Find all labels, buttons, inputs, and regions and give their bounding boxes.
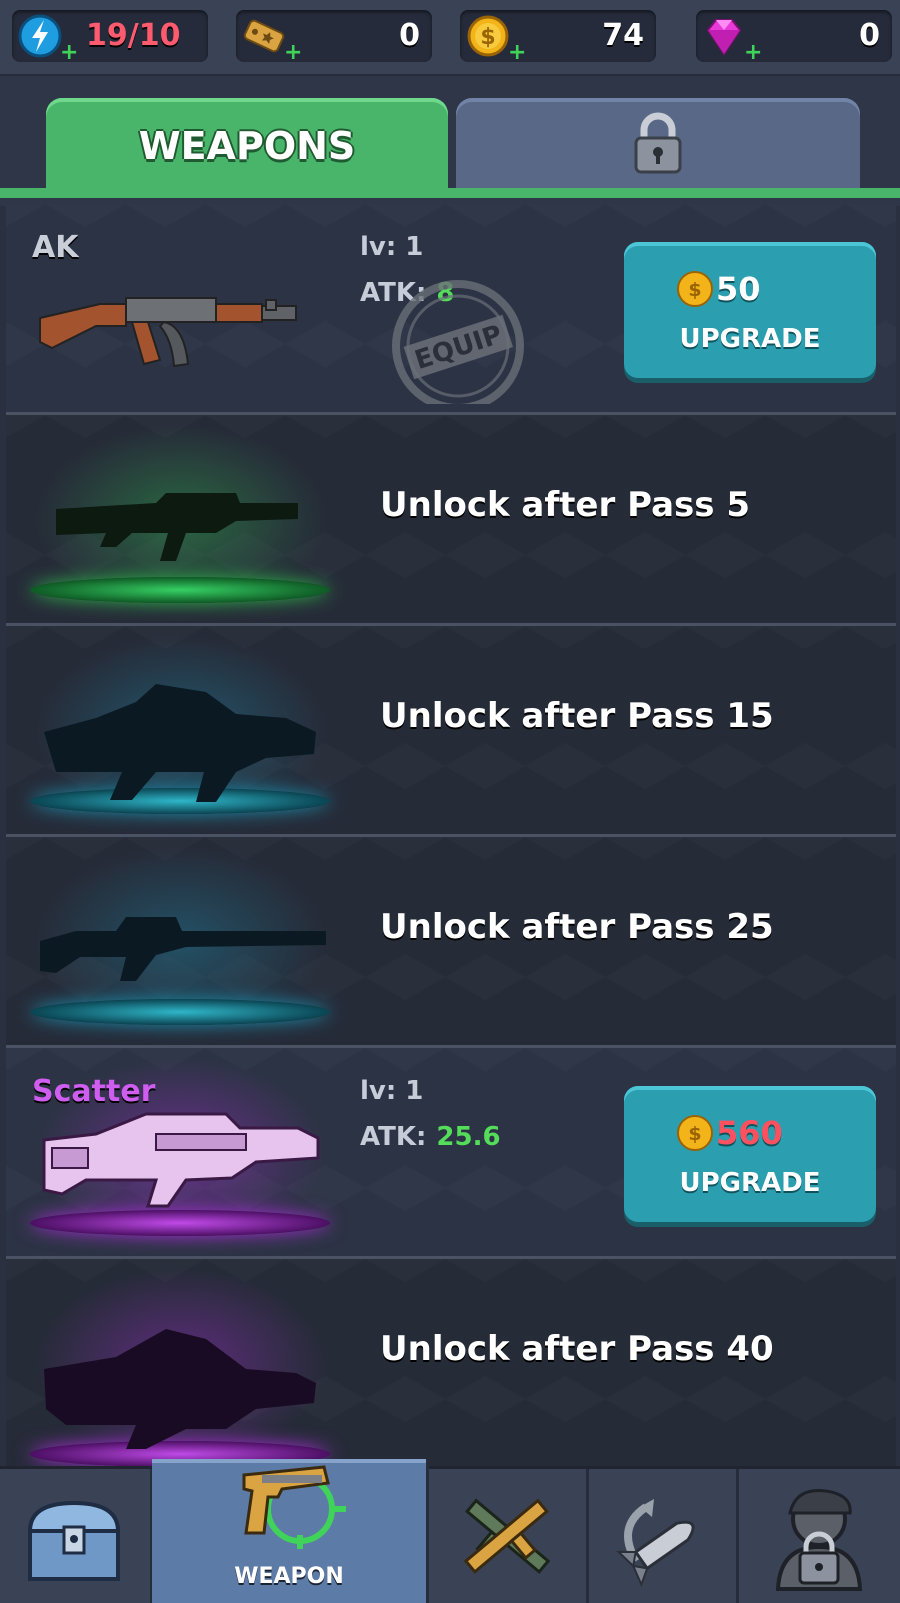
nav-weapon-label: WEAPON xyxy=(234,1564,344,1589)
unlock-requirement: Unlock after Pass 15 xyxy=(380,696,774,736)
add-energy-icon[interactable]: + xyxy=(60,42,78,64)
bottom-nav: WEAPON xyxy=(0,1459,900,1603)
energy-counter[interactable]: + 19/10 xyxy=(12,10,208,64)
locked-character-icon xyxy=(775,1488,863,1591)
nav-locked-character[interactable] xyxy=(738,1469,900,1603)
coin-icon: $ xyxy=(677,271,713,307)
weapon-row-ak[interactable]: AK lv: 1 ATK: 8 EQUIP $ 50 UPGRADE xyxy=(6,204,896,415)
coin-value: 74 xyxy=(602,18,644,53)
tab-weapons[interactable]: WEAPONS xyxy=(46,98,448,190)
gem-icon xyxy=(706,19,742,56)
upgrade-button-ak[interactable]: $ 50 UPGRADE xyxy=(624,242,876,378)
equip-stamp: EQUIP xyxy=(392,280,524,404)
locked-rifle-silhouette-icon xyxy=(56,493,298,561)
ticket-value: 0 xyxy=(399,18,420,53)
tab-locked[interactable] xyxy=(456,98,860,190)
coin-icon: $ xyxy=(677,1115,713,1151)
energy-icon xyxy=(18,14,62,58)
upgrade-label: UPGRADE xyxy=(679,324,821,354)
weapon-platform xyxy=(30,999,330,1025)
svg-text:$: $ xyxy=(480,25,495,50)
coin-counter[interactable]: $ + 74 xyxy=(460,10,656,64)
add-gem-icon[interactable]: + xyxy=(744,42,762,64)
resource-bar: + 19/10 + 0 $ + 74 + 0 xyxy=(0,0,900,77)
add-ticket-icon[interactable]: + xyxy=(284,42,302,64)
unlock-requirement: Unlock after Pass 25 xyxy=(380,907,774,947)
scatter-gun-icon xyxy=(42,1112,320,1208)
tab-underline xyxy=(0,188,900,198)
ticket-icon xyxy=(243,19,285,53)
padlock-icon xyxy=(634,112,682,174)
weapon-level: lv: 1 xyxy=(360,232,424,262)
ticket-counter[interactable]: + 0 xyxy=(236,10,432,64)
upgrade-cost: 560 xyxy=(716,1114,783,1152)
gem-counter[interactable]: + 0 xyxy=(696,10,892,64)
upgrade-cost: 50 xyxy=(716,270,761,308)
nav-rocket[interactable] xyxy=(588,1469,739,1603)
locked-sniper-silhouette-icon xyxy=(40,917,326,981)
nav-chest[interactable] xyxy=(0,1469,153,1603)
add-coin-icon[interactable]: + xyxy=(508,42,526,64)
weapon-row-locked-pass15[interactable]: Unlock after Pass 15 xyxy=(6,626,896,837)
weapon-level: lv: 1 xyxy=(360,1076,424,1106)
weapon-row-locked-pass40[interactable]: Unlock after Pass 40 xyxy=(6,1259,896,1466)
coin-icon: $ xyxy=(467,15,509,57)
gem-value: 0 xyxy=(859,18,880,53)
rocket-icon xyxy=(615,1499,695,1587)
crossed-guns-icon xyxy=(463,1498,551,1574)
unlock-requirement: Unlock after Pass 5 xyxy=(380,485,750,525)
weapon-platform xyxy=(30,577,330,603)
weapon-name: AK xyxy=(32,230,79,265)
equip-stamp-text: EQUIP xyxy=(411,320,506,376)
upgrade-label: UPGRADE xyxy=(679,1168,821,1198)
pistol-icon xyxy=(242,1465,346,1549)
weapon-list[interactable]: AK lv: 1 ATK: 8 EQUIP $ 50 UPGRADE Unloc… xyxy=(6,204,896,1466)
nav-crossed-guns[interactable] xyxy=(428,1469,589,1603)
svg-text:$: $ xyxy=(688,279,701,301)
weapon-row-scatter[interactable]: Scatter lv: 1 ATK: 25.6 $ 560 UPGRADE xyxy=(6,1048,896,1259)
weapon-atk: ATK: 25.6 xyxy=(360,1122,501,1152)
svg-text:$: $ xyxy=(688,1123,701,1145)
weapon-row-locked-pass25[interactable]: Unlock after Pass 25 xyxy=(6,837,896,1048)
weapon-row-locked-pass5[interactable]: Unlock after Pass 5 xyxy=(6,415,896,626)
ak-rifle-icon xyxy=(39,297,297,368)
chest-icon xyxy=(27,1500,121,1581)
energy-value: 19/10 xyxy=(86,18,181,53)
nav-weapon[interactable]: WEAPON xyxy=(152,1459,429,1603)
upgrade-button-scatter[interactable]: $ 560 UPGRADE xyxy=(624,1086,876,1222)
atk-value: 25.6 xyxy=(436,1122,501,1152)
unlock-requirement: Unlock after Pass 40 xyxy=(380,1329,774,1369)
atk-label: ATK: xyxy=(360,1122,427,1152)
tab-weapons-label: WEAPONS xyxy=(138,124,356,168)
locked-heavy-gun-silhouette-icon xyxy=(44,684,316,802)
locked-cannon-silhouette-icon xyxy=(44,1329,316,1449)
